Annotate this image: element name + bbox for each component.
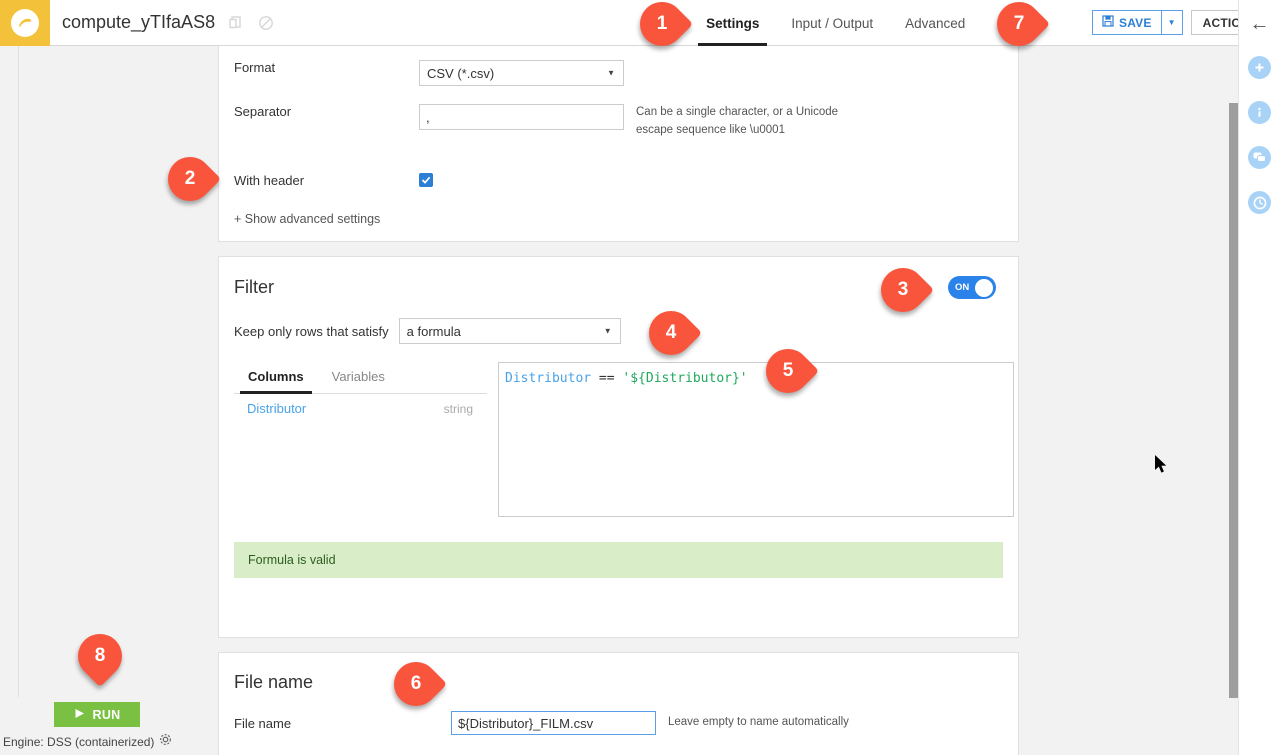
run-button[interactable]: RUN [54,702,140,727]
marker-8-label: 8 [78,634,122,678]
tab-input-output-label: Input / Output [791,16,873,31]
tab-input-output[interactable]: Input / Output [775,0,889,46]
discussions-icon[interactable] [1248,146,1271,169]
formula-column-token: Distributor [505,371,591,386]
formula-operator-token: == [599,371,615,386]
marker-2: 2 [168,157,238,201]
filter-toggle-label: ON [951,282,969,293]
no-entry-icon[interactable] [257,14,275,32]
app-logo[interactable] [0,0,50,46]
marker-8: 8 [78,634,122,694]
format-select[interactable]: CSV (*.csv) ▼ [419,60,624,86]
formula-validation-banner: Formula is valid [234,542,1003,578]
engine-row: Engine: DSS (containerized) [1,733,172,751]
main-tabs: Settings Input / Output Advanced [690,0,981,46]
separator-hint: Can be a single character, or a Unicode … [636,104,866,140]
copy-icon[interactable] [227,14,245,32]
save-dropdown-button[interactable]: ▼ [1161,10,1183,35]
toggle-knob [975,279,993,297]
settings-canvas: Format CSV (*.csv) ▼ Separator Can be a … [19,46,1238,755]
marker-4: 4 [649,311,719,355]
engine-label: Engine: DSS (containerized) [3,735,154,749]
marker-6-label: 6 [394,662,438,706]
column-type: string [444,402,473,416]
page-title: compute_yTIfaAS8 [62,12,215,33]
filter-enable-toggle[interactable]: ON [948,276,996,299]
title-area: compute_yTIfaAS8 [50,0,275,45]
right-sidebar: ← [1238,0,1280,755]
separator-input[interactable] [419,104,624,130]
tab-columns[interactable]: Columns [234,362,318,393]
tab-columns-label: Columns [248,369,304,384]
formula-editor-area: Columns Variables Distributor string Dis… [219,344,1018,517]
marker-1-label: 1 [640,2,684,46]
with-header-checkbox[interactable] [419,173,433,187]
play-icon [74,708,85,722]
marker-5: 5 [766,349,836,393]
chevron-down-icon: ▼ [1168,18,1176,27]
formula-sidebar-tabs: Columns Variables [234,362,487,394]
floppy-disk-icon [1102,15,1114,30]
run-bar: RUN Engine: DSS (containerized) [0,697,200,755]
filename-input[interactable] [451,711,656,735]
marker-4-label: 4 [649,311,693,355]
tab-advanced-label: Advanced [905,16,965,31]
column-name[interactable]: Distributor [247,401,306,416]
filename-panel: File name File name Leave empty to name … [218,652,1019,755]
marker-3-label: 3 [881,268,925,312]
history-clock-icon[interactable] [1248,191,1271,214]
arrow-left-icon[interactable]: ← [1250,14,1270,34]
vertical-scrollbar-thumb[interactable] [1229,103,1238,698]
tab-settings-label: Settings [706,16,759,31]
keep-rows-label: Keep only rows that satisfy [234,324,389,339]
formula-sidebar: Columns Variables Distributor string [234,362,487,517]
marker-2-label: 2 [168,157,212,201]
keep-rows-select-value: a formula [407,324,461,339]
filter-panel: Filter ON Keep only rows that satisfy a … [218,256,1019,638]
marker-3: 3 [881,268,951,312]
marker-6: 6 [394,662,464,706]
tab-variables-label: Variables [332,369,385,384]
marker-1: 1 [640,2,710,46]
show-advanced-settings-link[interactable]: + Show advanced settings [234,212,380,226]
table-row[interactable]: Distributor string [234,394,487,423]
filename-row: File name Leave empty to name automatica… [219,693,1018,735]
gear-icon[interactable] [159,733,172,751]
filename-header: File name [219,653,1018,693]
marker-5-label: 5 [766,349,810,393]
save-button-label: SAVE [1119,16,1152,30]
left-rail [0,46,19,755]
with-header-row: With header [219,140,1018,188]
format-select-value: CSV (*.csv) [427,66,494,81]
format-row: Format CSV (*.csv) ▼ [219,46,1018,86]
dataiku-arrow-icon [11,9,39,37]
mouse-cursor [1155,455,1169,480]
with-header-label: With header [219,173,419,188]
filename-hint: Leave empty to name automatically [668,714,849,732]
formula-validation-area: Formula is valid [219,517,1018,578]
separator-label: Separator [219,104,419,119]
format-panel: Format CSV (*.csv) ▼ Separator Can be a … [218,46,1019,242]
marker-7: 7 [997,2,1067,46]
tab-variables[interactable]: Variables [318,362,399,393]
info-circle-icon[interactable] [1248,101,1271,124]
show-advanced-row: + Show advanced settings [219,188,1018,228]
plus-circle-icon[interactable] [1248,56,1271,79]
run-button-label: RUN [93,708,121,722]
save-group: SAVE ▼ [1092,10,1183,35]
filename-heading: File name [234,672,313,692]
save-button[interactable]: SAVE [1092,10,1161,35]
marker-7-label: 7 [997,2,1041,46]
separator-row: Separator Can be a single character, or … [219,86,1018,140]
tab-advanced[interactable]: Advanced [889,0,981,46]
formula-input[interactable]: Distributor == '${Distributor}' [498,362,1014,517]
formula-value-token: '${Distributor}' [622,371,747,386]
filter-heading: Filter [234,277,274,298]
keep-rows-select[interactable]: a formula ▼ [399,318,621,344]
check-icon [421,175,431,185]
format-label: Format [219,60,419,75]
filename-label: File name [219,716,451,731]
